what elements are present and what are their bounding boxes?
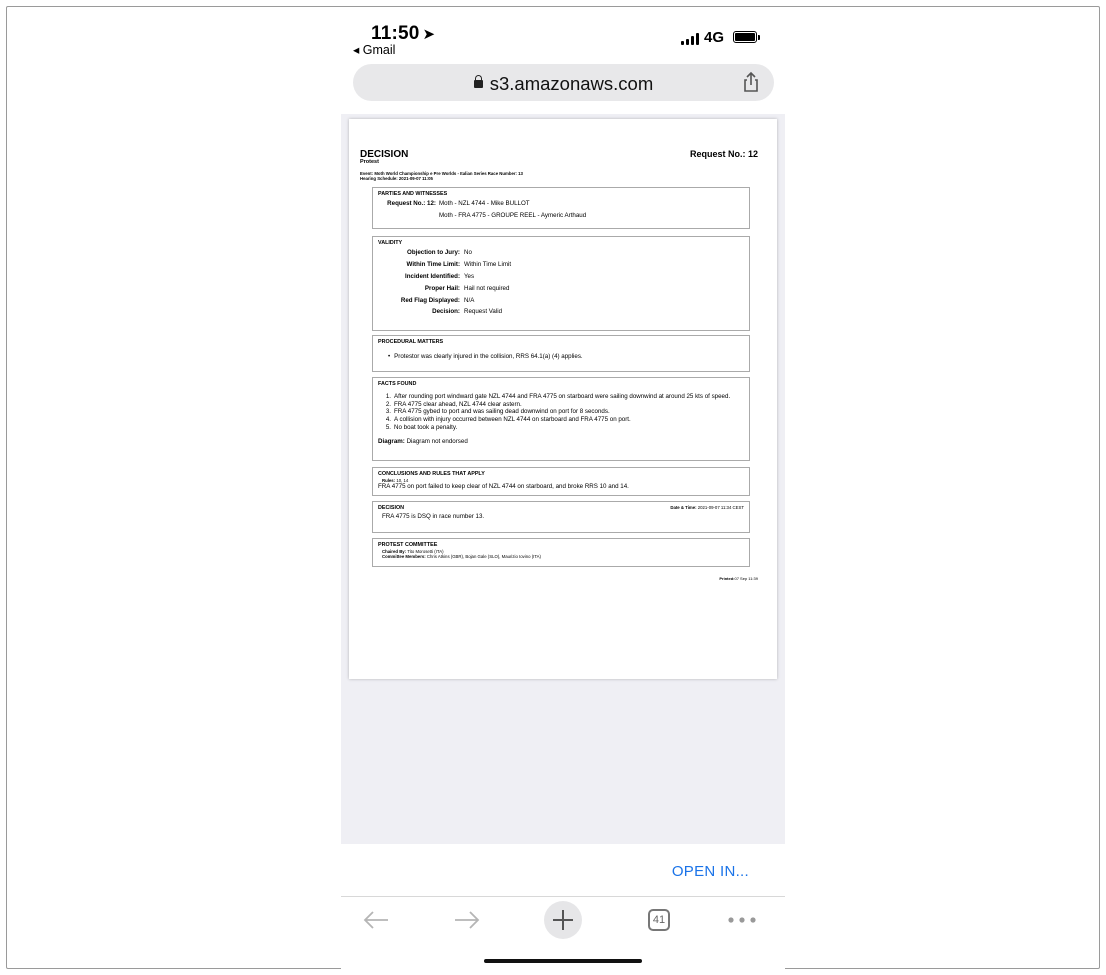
conclusions-heading: CONCLUSIONS AND RULES THAT APPLY	[378, 471, 485, 477]
request-number: Request No.: 12	[689, 149, 758, 159]
share-icon[interactable]	[740, 71, 762, 93]
procedural-heading: PROCEDURAL MATTERS	[378, 339, 444, 345]
plus-icon	[553, 910, 573, 930]
party-row: Request No.: 12: Moth - NZL 4744 - Mike …	[387, 199, 530, 207]
pdf-page: DECISION Protest Request No.: 12 Event: …	[349, 119, 777, 679]
list-item: 4. A collision with injury occurred betwe…	[385, 416, 631, 423]
new-tab-button[interactable]	[544, 901, 582, 939]
open-in-button[interactable]: OPEN IN...	[672, 863, 749, 880]
url-bar[interactable]: s3.amazonaws.com	[353, 64, 774, 101]
party-row: Moth - FRA 4775 - GROUPE REEL - Aymeric …	[439, 211, 587, 219]
conclusions-section: CONCLUSIONS AND RULES THAT APPLY Rules: …	[372, 467, 750, 496]
facts-list: 1. After rounding port windward gate NZL …	[378, 393, 744, 432]
list-item: 1. After rounding port windward gate NZL …	[385, 392, 731, 400]
decision-section: DECISION Date & Time: 2021-09-07 11:34 C…	[372, 501, 750, 533]
decision-datetime: Date & Time: 2021-09-07 11:34 CEST	[670, 505, 744, 510]
tabs-icon: 41	[648, 909, 670, 931]
signal-icon	[681, 33, 699, 45]
printed-stamp: Printed:07 Sep 11:39	[719, 576, 758, 581]
committee-section: PROTEST COMMITTEE Chaired By: Tito Moros…	[372, 538, 750, 567]
doc-subtitle: Protest	[360, 159, 379, 165]
procedural-item: Protestor was clearly injured in the col…	[378, 353, 744, 361]
validity-row: Decision: Request Valid	[432, 308, 503, 316]
decision-text: FRA 4775 is DSQ in race number 13.	[382, 512, 485, 520]
validity-row: Incident Identified: Yes	[405, 272, 475, 280]
validity-section: VALIDITY Objection to Jury: No Within Tim…	[372, 236, 750, 331]
list-item: 2. FRA 4775 clear ahead, NZL 4744 clear a…	[385, 400, 522, 408]
members-line: Committee Members: Chris Atkins (GBR), B…	[382, 554, 541, 560]
network-type: 4G	[704, 29, 725, 46]
pdf-viewer[interactable]: DECISION Protest Request No.: 12 Event: …	[341, 114, 785, 844]
validity-row: Objection to Jury: No	[407, 248, 472, 256]
list-item: 3. FRA 4775 gybed to port and was sailing…	[385, 408, 610, 416]
validity-heading: VALIDITY	[378, 240, 403, 246]
committee-heading: PROTEST COMMITTEE	[378, 542, 438, 548]
parties-heading: PARTIES AND WITNESSES	[378, 191, 448, 197]
forward-arrow-icon	[455, 911, 480, 929]
hearing-line: Hearing Schedule: 2021-09-07 11:05	[360, 176, 433, 181]
back-arrow-icon	[363, 911, 388, 929]
status-bar: 11:50 ➤ ◂ Gmail 4G	[341, 7, 785, 63]
back-button[interactable]	[360, 906, 392, 934]
bottom-toolbar: OPEN IN... 41	[341, 844, 785, 969]
location-icon: ➤	[422, 26, 436, 43]
validity-row: Proper Hail: Hail not required	[424, 284, 510, 292]
phone-screen: 11:50 ➤ ◂ Gmail 4G s3.amazonaws.com DECIS…	[341, 7, 785, 969]
more-icon	[728, 917, 756, 923]
url-display[interactable]: s3.amazonaws.com	[353, 73, 774, 95]
conclusions-text: FRA 4775 on port failed to keep clear of…	[378, 483, 629, 491]
list-item: 5. No boat took a penalty.	[385, 423, 458, 431]
lock-icon	[473, 75, 483, 88]
toolbar-divider	[341, 896, 785, 897]
home-indicator[interactable]	[484, 959, 642, 963]
procedural-section: PROCEDURAL MATTERS Protestor was clearly…	[372, 335, 750, 372]
battery-icon	[733, 31, 757, 43]
facts-section: FACTS FOUND 1. After rounding port windwa…	[372, 377, 750, 461]
diagram-line: Diagram: Diagram not endorsed	[378, 437, 468, 445]
parties-section: PARTIES AND WITNESSES Request No.: 12: M…	[372, 187, 750, 229]
tabs-button[interactable]: 41	[645, 906, 673, 934]
facts-heading: FACTS FOUND	[378, 381, 417, 387]
forward-button[interactable]	[451, 906, 483, 934]
back-to-app-link[interactable]: ◂ Gmail	[353, 42, 395, 57]
validity-row: Within Time Limit: Within Time Limit	[406, 260, 512, 268]
validity-row: Red Flag Displayed: N/A	[400, 296, 475, 304]
more-button[interactable]	[725, 906, 759, 934]
